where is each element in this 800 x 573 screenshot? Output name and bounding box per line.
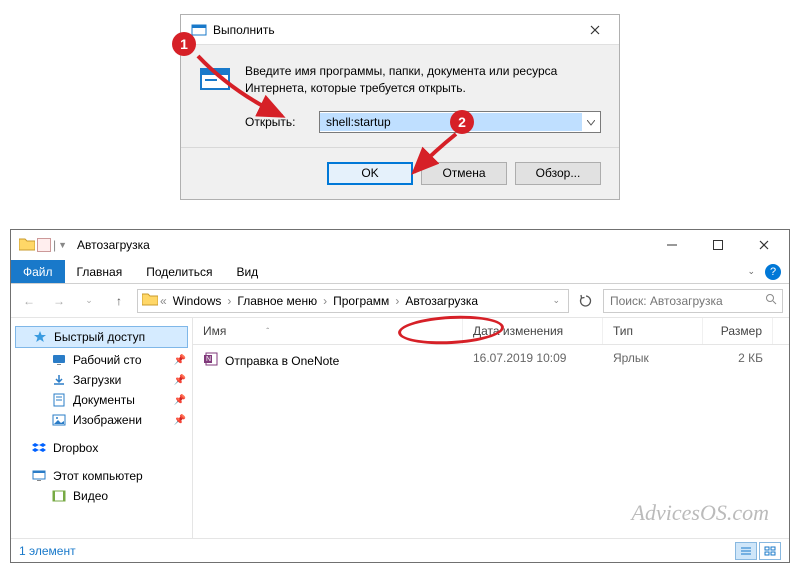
sidebar-item-documents[interactable]: Документы 📌 <box>11 390 192 410</box>
breadcrumb-item[interactable]: Главное меню <box>233 294 321 308</box>
recent-dropdown[interactable]: ⌄ <box>77 289 101 313</box>
qat-item[interactable] <box>37 238 51 252</box>
close-button[interactable] <box>575 16 615 44</box>
sidebar-item-quick-access[interactable]: Быстрый доступ <box>15 326 188 348</box>
folder-icon <box>19 237 35 254</box>
svg-text:N: N <box>206 356 211 363</box>
nav-label: Видео <box>73 489 108 503</box>
breadcrumb-item[interactable]: Программ <box>329 294 393 308</box>
sort-indicator-icon: ˆ <box>266 327 269 336</box>
nav-label: Dropbox <box>53 441 98 455</box>
breadcrumb[interactable]: « Windows› Главное меню› Программ› Автоз… <box>137 289 569 313</box>
onenote-icon: N <box>203 351 219 370</box>
sidebar-item-downloads[interactable]: Загрузки 📌 <box>11 370 192 390</box>
annotation-arrow-1 <box>192 52 292 124</box>
breadcrumb-item[interactable]: Windows <box>169 294 226 308</box>
column-headers: Имяˆ Дата изменения Тип Размер <box>193 318 789 345</box>
back-button[interactable]: ← <box>17 289 41 313</box>
file-list: Имяˆ Дата изменения Тип Размер N Отправк… <box>193 318 789 538</box>
search-icon[interactable] <box>765 293 777 308</box>
close-button[interactable] <box>741 230 787 260</box>
navigation-pane: Быстрый доступ Рабочий сто 📌 Загрузки 📌 До… <box>11 318 193 538</box>
tab-file[interactable]: Файл <box>11 260 65 283</box>
folder-icon <box>142 292 158 309</box>
file-row[interactable]: N Отправка в OneNote 16.07.2019 10:09 Яр… <box>193 345 789 376</box>
minimize-button[interactable] <box>649 230 695 260</box>
qat-divider: | <box>53 238 56 252</box>
titlebar[interactable]: Выполнить <box>181 15 619 45</box>
maximize-button[interactable] <box>695 230 741 260</box>
sidebar-item-desktop[interactable]: Рабочий сто 📌 <box>11 350 192 370</box>
tab-share[interactable]: Поделиться <box>134 260 224 283</box>
run-title: Выполнить <box>213 23 575 37</box>
view-details-button[interactable] <box>735 542 757 560</box>
address-bar-row: ← → ⌄ ↑ « Windows› Главное меню› Програм… <box>11 284 789 318</box>
pictures-icon <box>51 413 67 427</box>
refresh-button[interactable] <box>575 294 597 308</box>
search-input[interactable] <box>610 294 765 308</box>
view-icons-button[interactable] <box>759 542 781 560</box>
bc-dropdown-icon[interactable]: ⌄ <box>548 295 564 306</box>
sidebar-item-this-pc[interactable]: Этот компьютер <box>11 466 192 486</box>
column-size[interactable]: Размер <box>703 318 773 344</box>
download-icon <box>51 373 67 387</box>
column-name[interactable]: Имяˆ <box>193 318 463 344</box>
file-date: 16.07.2019 10:09 <box>463 349 603 372</box>
nav-label: Этот компьютер <box>53 469 143 483</box>
forward-button[interactable]: → <box>47 289 71 313</box>
tab-view[interactable]: Вид <box>224 260 270 283</box>
video-icon <box>51 489 67 503</box>
search-box[interactable] <box>603 289 783 313</box>
explorer-titlebar[interactable]: | ▼ Автозагрузка <box>11 230 789 260</box>
annotation-step-1: 1 <box>172 32 196 56</box>
ribbon-expand-icon[interactable]: ⌄ <box>747 266 755 277</box>
nav-label: Изображени <box>73 413 142 427</box>
annotation-step-2: 2 <box>450 110 474 134</box>
pin-icon: 📌 <box>174 395 186 406</box>
dropbox-icon <box>31 441 47 455</box>
pin-icon: 📌 <box>174 375 186 386</box>
breadcrumb-item[interactable]: Автозагрузка <box>401 294 482 308</box>
sidebar-item-dropbox[interactable]: Dropbox <box>11 438 192 458</box>
item-count: 1 элемент <box>19 544 76 558</box>
browse-button[interactable]: Обзор... <box>515 162 601 185</box>
quick-access-toolbar: | ▼ <box>13 237 67 254</box>
nav-label: Быстрый доступ <box>54 330 145 344</box>
file-size: 2 КБ <box>703 349 773 372</box>
watermark: AdvicesOS.com <box>632 500 769 526</box>
status-bar: 1 элемент <box>11 538 789 562</box>
star-icon <box>32 330 48 344</box>
tab-home[interactable]: Главная <box>65 260 135 283</box>
chevron-down-icon[interactable] <box>582 115 600 129</box>
pin-icon: 📌 <box>174 355 186 366</box>
ribbon: Файл Главная Поделиться Вид ⌄ ? <box>11 260 789 284</box>
document-icon <box>51 393 67 407</box>
file-name: Отправка в OneNote <box>225 354 339 368</box>
ok-button[interactable]: OK <box>327 162 413 185</box>
help-icon[interactable]: ? <box>765 264 781 280</box>
sidebar-item-pictures[interactable]: Изображени 📌 <box>11 410 192 430</box>
explorer-window: | ▼ Автозагрузка Файл Главная Поделиться… <box>10 229 790 563</box>
qat-dropdown-icon[interactable]: ▼ <box>58 240 67 250</box>
desktop-icon <box>51 353 67 367</box>
nav-label: Документы <box>73 393 135 407</box>
sidebar-item-videos[interactable]: Видео <box>11 486 192 506</box>
run-icon <box>191 22 207 38</box>
pc-icon <box>31 469 47 483</box>
window-title: Автозагрузка <box>77 238 649 252</box>
up-button[interactable]: ↑ <box>107 289 131 313</box>
annotation-arrow-2 <box>406 130 466 180</box>
column-type[interactable]: Тип <box>603 318 703 344</box>
pin-icon: 📌 <box>174 415 186 426</box>
column-date[interactable]: Дата изменения <box>463 318 603 344</box>
file-type: Ярлык <box>603 349 703 372</box>
nav-label: Загрузки <box>73 373 121 387</box>
nav-label: Рабочий сто <box>73 353 142 367</box>
